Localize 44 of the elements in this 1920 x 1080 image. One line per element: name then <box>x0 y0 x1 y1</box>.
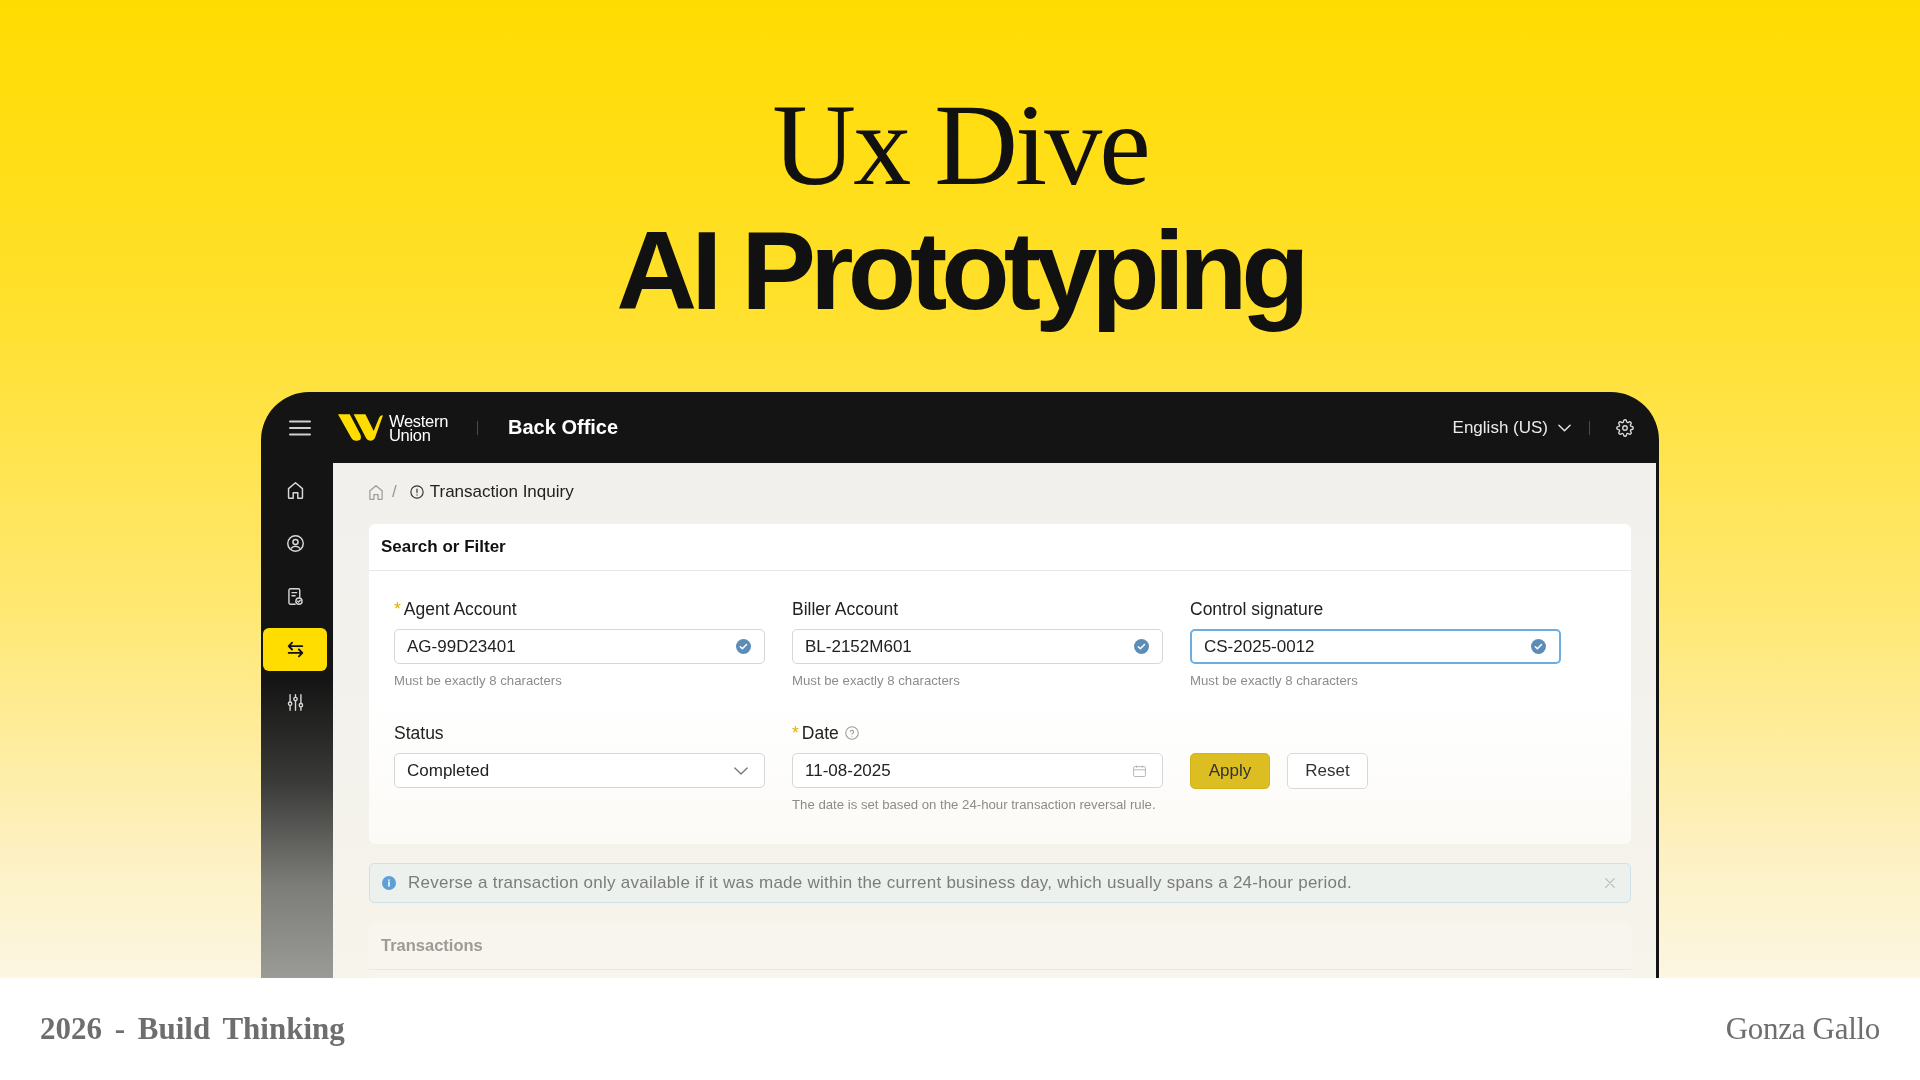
footer-text: 2026 - Build Thinking <box>40 1011 345 1047</box>
sidebar-item[interactable] <box>263 628 327 671</box>
language-select[interactable]: English (US) <box>1452 417 1571 438</box>
breadcrumb-separator: / <box>392 482 397 502</box>
logo-icon <box>338 414 383 441</box>
alert-text: Reverse a transaction only available if it was made within the current business day, which usually spans a 24-hour period. <box>408 873 1353 893</box>
info-icon <box>382 876 396 890</box>
settings-icon[interactable] <box>1616 418 1634 437</box>
status-select[interactable]: Completed <box>394 753 765 788</box>
logo-text: Western Union <box>389 413 449 442</box>
user-icon <box>286 535 304 552</box>
breadcrumb-current: Transaction Inquiry <box>429 482 574 502</box>
field-label: Biller Account <box>792 598 899 620</box>
card-title: Search or Filter <box>381 537 506 557</box>
app-title: Back Office <box>508 416 619 439</box>
field-label: Agent Account <box>403 598 517 620</box>
required-mark: * <box>394 598 401 620</box>
date-input[interactable]: 11-08-2025 <box>792 753 1163 788</box>
text-input[interactable]: BL-2152M601 <box>792 629 1163 664</box>
swap-arrows-icon <box>286 641 304 658</box>
calendar-icon <box>1133 764 1146 777</box>
sliders-icon <box>286 694 304 711</box>
helper-text: Must be exactly 8 characters <box>792 672 961 690</box>
helper-text: The date is set based on the 24-hour transaction reversal rule. <box>792 796 1157 814</box>
helper-text: Must be exactly 8 characters <box>1190 672 1359 690</box>
required-mark: * <box>792 722 799 744</box>
apply-button[interactable]: Apply <box>1190 753 1270 789</box>
card-title: Transactions <box>381 936 483 955</box>
field-label: Control signature <box>1190 598 1324 620</box>
alert-circle-icon <box>409 485 424 499</box>
field-label: Status <box>394 722 444 744</box>
text-input[interactable]: AG-99D23401 <box>394 629 765 664</box>
chevron-down-icon <box>734 766 748 775</box>
document-check-icon <box>286 588 304 605</box>
text-input[interactable]: CS-2025-0012 <box>1190 629 1561 664</box>
hero-title: Ux Dive <box>772 85 1148 205</box>
chevron-down-icon <box>1558 423 1571 432</box>
home-icon <box>286 482 304 499</box>
author-name: Gonza Gallo <box>1725 1011 1880 1047</box>
hero-subtitle: AI Prototyping <box>616 211 1304 331</box>
menu-icon[interactable] <box>289 419 311 436</box>
helper-text: Must be exactly 8 characters <box>394 672 563 690</box>
field-label: Date <box>801 722 839 744</box>
reset-button[interactable]: Reset <box>1287 753 1368 789</box>
